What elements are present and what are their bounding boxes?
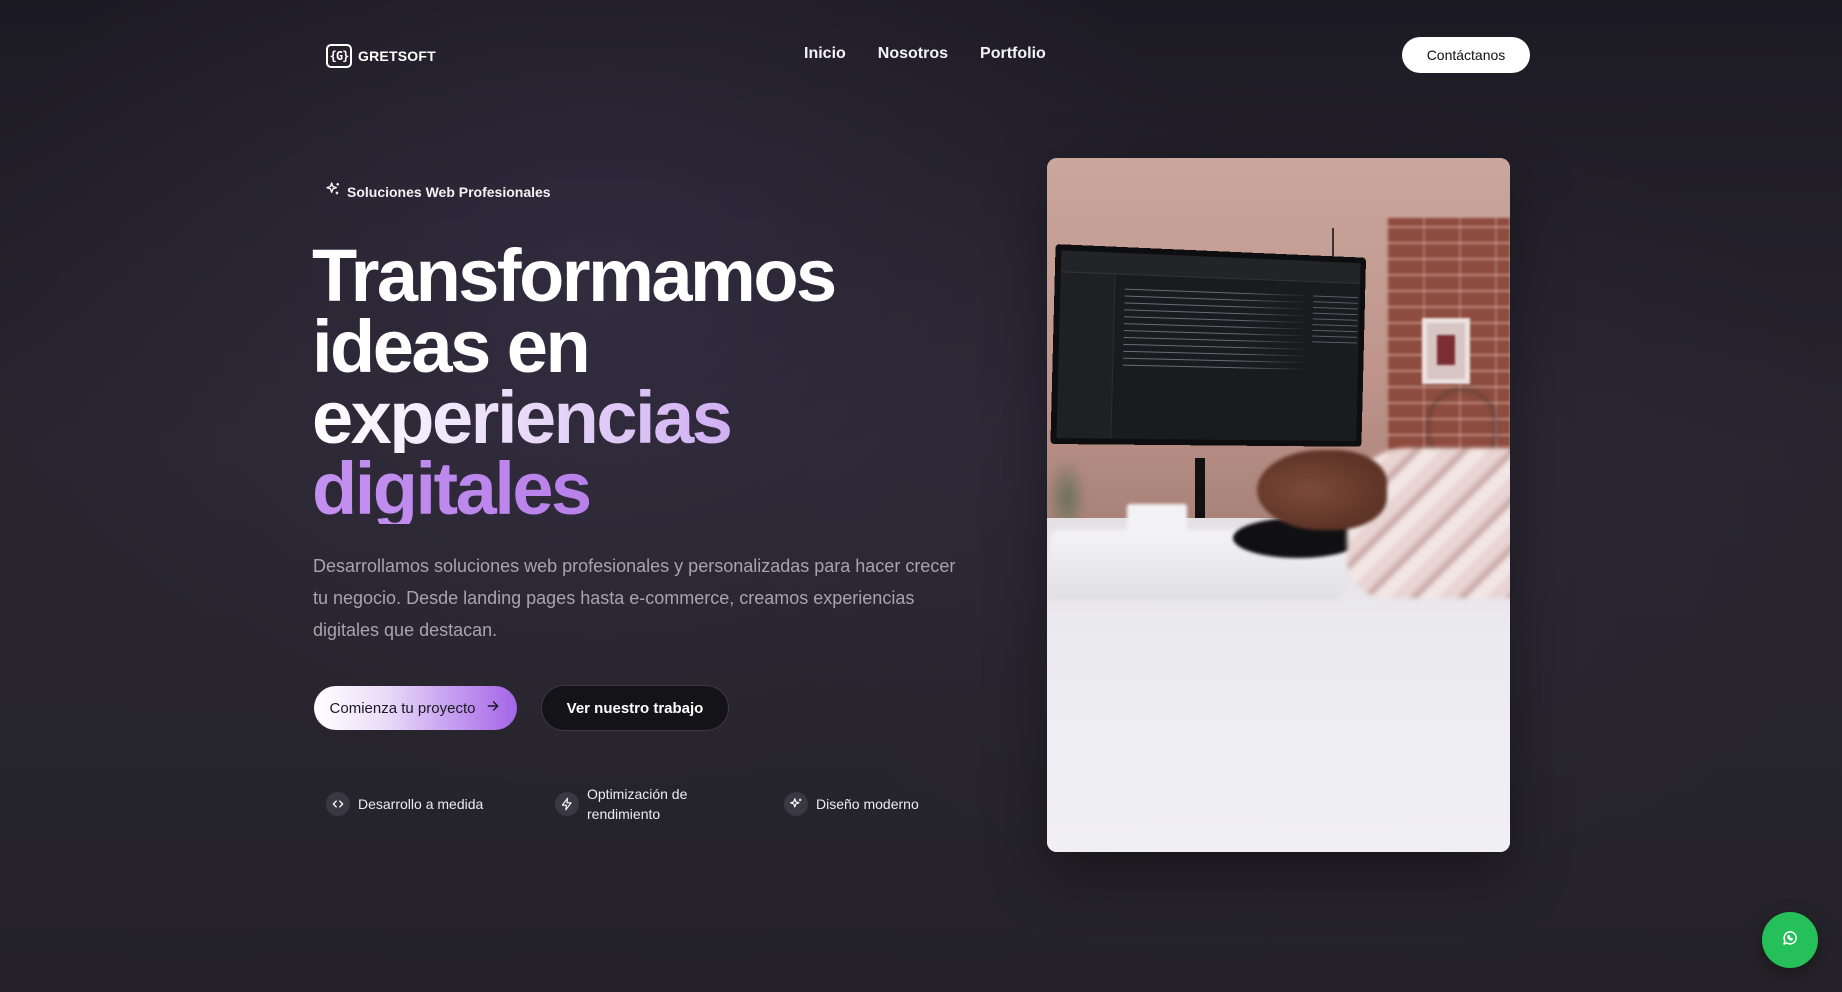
lightning-icon [555, 792, 579, 816]
sparkles-icon [784, 792, 808, 816]
feature-label: Optimización de rendimiento [587, 784, 737, 824]
feature-list: Desarrollo a medida Optimización de rend… [326, 784, 1013, 824]
photo-hand [1257, 450, 1387, 530]
badge-label: Soluciones Web Profesionales [347, 184, 551, 200]
hero-badge: Soluciones Web Profesionales [325, 181, 551, 202]
photo-wall-frame [1422, 318, 1470, 384]
photo-code-outline [1312, 296, 1358, 345]
brand-name: GRETSOFT [358, 48, 436, 64]
headline-line-2: ideas en [312, 311, 992, 382]
start-project-label: Comienza tu proyecto [330, 700, 476, 717]
photo-lamp-cord [1332, 228, 1334, 260]
contact-button[interactable]: Contáctanos [1402, 37, 1530, 73]
feature-label: Diseño moderno [816, 794, 966, 814]
feature-item: Desarrollo a medida [326, 784, 555, 824]
whatsapp-icon [1781, 929, 1799, 952]
sparkles-icon [325, 181, 341, 202]
nav-link-portfolio[interactable]: Portfolio [980, 45, 1046, 63]
hero-headline: Transformamos ideas en experiencias digi… [312, 240, 992, 524]
logo-mark: {G} [326, 44, 352, 68]
nav-link-inicio[interactable]: Inicio [804, 45, 846, 63]
hero-description: Desarrollamos soluciones web profesional… [313, 550, 973, 646]
view-work-button[interactable]: Ver nuestro trabajo [541, 685, 729, 731]
whatsapp-button[interactable] [1762, 912, 1818, 968]
start-project-button[interactable]: Comienza tu proyecto [314, 686, 517, 730]
top-nav: {G} GRETSOFT Inicio Nosotros Portfolio C… [0, 0, 1842, 110]
arrow-right-icon [485, 698, 501, 718]
brand-logo[interactable]: {G} GRETSOFT [326, 44, 436, 68]
photo-monitor-sidebar [1056, 272, 1115, 446]
headline-line-3: experiencias [312, 382, 992, 453]
feature-item: Diseño moderno [784, 784, 1013, 824]
nav-links: Inicio Nosotros Portfolio [804, 45, 1046, 63]
feature-label: Desarrollo a medida [358, 794, 508, 814]
headline-line-4: digitales [312, 453, 992, 524]
photo-monitor [1050, 244, 1366, 447]
hero-photo [1047, 158, 1510, 852]
feature-item: Optimización de rendimiento [555, 784, 784, 824]
headline-line-1: Transformamos [312, 240, 992, 311]
code-icon [326, 792, 350, 816]
nav-link-nosotros[interactable]: Nosotros [878, 45, 948, 63]
photo-code-lines [1123, 289, 1312, 372]
